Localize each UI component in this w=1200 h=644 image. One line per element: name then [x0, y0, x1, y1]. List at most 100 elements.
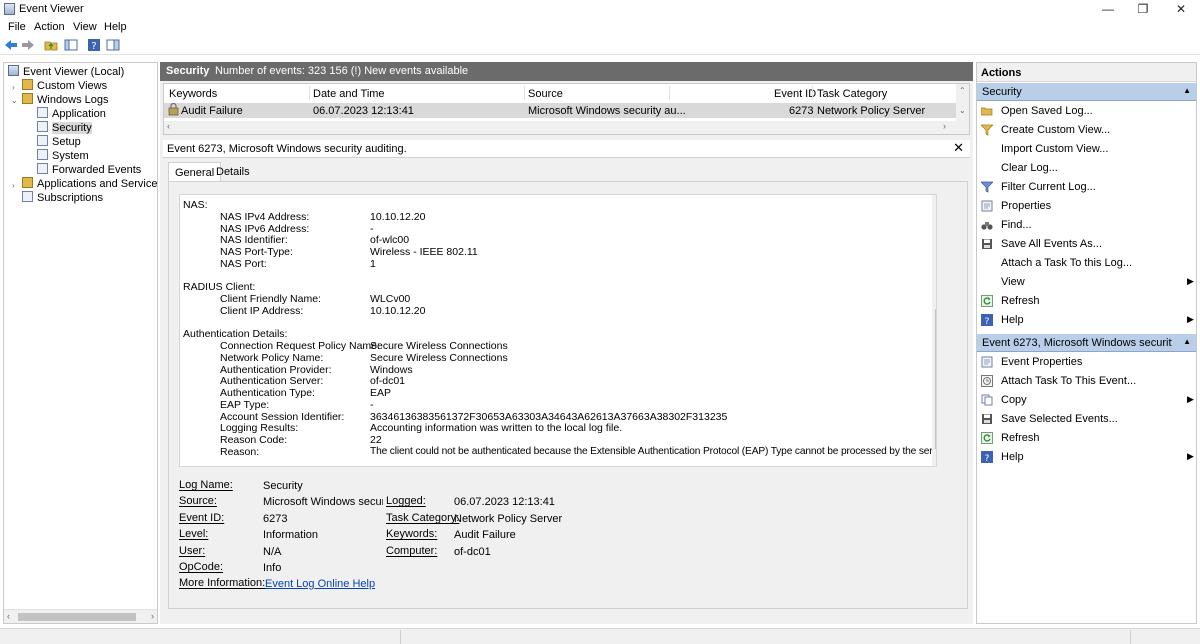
scroll-right-icon[interactable]: › — [943, 121, 946, 131]
description-vertical-scrollbar[interactable]: ⌃ ⌄ — [932, 195, 936, 466]
expand-apps-services-chevron-icon[interactable]: › — [12, 181, 15, 190]
show-hide-console-tree-icon[interactable] — [64, 38, 78, 52]
menu-help[interactable]: Help — [104, 21, 127, 33]
tree-item-forwarded-events[interactable]: Forwarded Events — [37, 163, 141, 177]
tree-item-setup[interactable]: Setup — [37, 135, 81, 149]
help-icon[interactable]: ? — [87, 38, 101, 52]
event-id-label: Event ID: — [179, 512, 225, 524]
user-value: N/A — [263, 546, 282, 558]
desc-label: Reason Code: — [220, 434, 288, 446]
table-horizontal-scrollbar[interactable]: ‹ › — [164, 121, 956, 134]
close-detail-icon[interactable]: ✕ — [953, 140, 964, 156]
actions-section-event[interactable]: Event 6273, Microsoft Windows security a… — [977, 334, 1196, 352]
refresh-icon — [981, 432, 993, 444]
log-icon — [37, 135, 48, 146]
folder-up-icon[interactable] — [44, 38, 58, 52]
show-hide-action-pane-icon[interactable] — [106, 38, 120, 52]
column-header-event-id[interactable]: Event ID — [774, 88, 816, 100]
event-count: Number of events: 323 156 (!) New events… — [215, 65, 469, 77]
column-divider[interactable] — [309, 86, 310, 100]
tree-item-applications-and-services-logs[interactable]: Applications and Services Logs — [22, 177, 157, 191]
tree-horizontal-scrollbar[interactable]: ‹ › — [4, 609, 157, 623]
status-divider — [400, 630, 401, 644]
scroll-right-icon[interactable]: › — [151, 611, 154, 621]
column-header-source[interactable]: Source — [528, 88, 563, 100]
desc-value: WLCv00 — [370, 293, 411, 305]
desc-value: The client could not be authenticated be… — [370, 446, 937, 457]
tree-item-application[interactable]: Application — [37, 107, 106, 121]
collapse-windows-logs-chevron-icon[interactable]: ⌄ — [11, 96, 18, 105]
menu-view[interactable]: View — [73, 21, 97, 33]
tree-item-system[interactable]: System — [37, 149, 89, 163]
actions-section-security[interactable]: Security ▲ — [977, 83, 1196, 101]
tree-item-event-viewer-local[interactable]: Event Viewer (Local) — [8, 65, 124, 79]
scroll-up-icon[interactable]: ⌃ — [959, 86, 966, 95]
toolbar: ? — [0, 36, 1200, 55]
collapse-chevron-icon[interactable]: ▲ — [1183, 337, 1191, 346]
tab-details[interactable]: Details — [210, 162, 256, 182]
column-divider[interactable] — [669, 86, 670, 100]
log-icon — [37, 163, 48, 174]
scroll-left-icon[interactable]: ‹ — [167, 121, 170, 131]
scroll-up-icon[interactable]: ⌃ — [935, 197, 936, 206]
back-arrow-icon[interactable] — [4, 38, 18, 52]
submenu-arrow-icon: ▶ — [1187, 314, 1194, 324]
menu-file[interactable]: File — [8, 21, 26, 33]
radius-header: RADIUS Client: — [183, 281, 256, 293]
tree-item-subscriptions[interactable]: Subscriptions — [22, 191, 103, 205]
computer-label: Computer: — [386, 545, 438, 557]
properties-icon — [981, 200, 993, 212]
desc-value: of-dc01 — [370, 375, 406, 387]
desc-value: - — [370, 399, 374, 411]
menu-action[interactable]: Action — [34, 21, 65, 33]
source-value: Microsoft Windows security a — [263, 496, 383, 508]
scroll-down-icon[interactable]: ⌄ — [959, 106, 966, 115]
desc-value: Secure Wireless Connections — [370, 352, 508, 364]
column-divider[interactable] — [812, 86, 813, 100]
folder-open-icon — [981, 107, 993, 116]
desc-label: NAS Port-Type: — [220, 246, 293, 258]
row-keywords: Audit Failure — [181, 105, 243, 117]
table-vertical-scrollbar[interactable]: ⌃ ⌄ — [956, 84, 969, 134]
task-category-label: Task Category: — [386, 512, 460, 524]
minimize-button[interactable]: — — [1090, 0, 1126, 19]
status-bar — [0, 628, 1200, 644]
tree-item-custom-views[interactable]: Custom Views — [22, 79, 107, 93]
scrollbar-thumb[interactable] — [18, 613, 136, 621]
event-description[interactable]: NAS: NAS IPv4 Address: 10.10.12.20 NAS I… — [179, 194, 937, 467]
desc-value: Wireless - IEEE 802.11 — [370, 246, 478, 258]
folder-icon — [22, 177, 33, 188]
restore-button[interactable]: ❐ — [1125, 0, 1161, 19]
console-tree: Event Viewer (Local) › Custom Views ⌄ Wi… — [3, 62, 158, 624]
properties-icon — [981, 356, 993, 368]
scrollbar-thumb[interactable] — [935, 309, 936, 449]
expand-custom-views-chevron-icon[interactable]: › — [12, 83, 15, 92]
actions-pane: Actions Security ▲ Open Saved Log... Cre… — [976, 62, 1197, 624]
row-source: Microsoft Windows security au... — [528, 105, 686, 117]
refresh-icon — [981, 295, 993, 307]
menu-bar: File Action View Help — [0, 19, 1200, 36]
log-title: Security — [166, 65, 210, 77]
scroll-down-icon[interactable]: ⌄ — [935, 453, 936, 462]
desc-label: NAS Identifier: — [220, 234, 288, 246]
event-log-online-help-link[interactable]: Event Log Online Help — [265, 578, 375, 590]
forward-arrow-icon[interactable] — [21, 38, 35, 52]
tree-item-security[interactable]: Security — [37, 121, 92, 135]
column-header-date-and-time[interactable]: Date and Time — [313, 88, 385, 100]
desc-value: 10.10.12.20 — [370, 211, 426, 223]
desc-label: EAP Type: — [220, 399, 270, 411]
column-divider[interactable] — [524, 86, 525, 100]
desc-value: 10.10.12.20 — [370, 305, 426, 317]
tree-item-windows-logs[interactable]: Windows Logs — [22, 93, 109, 107]
desc-label: Network Policy Name: — [220, 352, 324, 364]
column-header-task-category[interactable]: Task Category — [817, 88, 887, 100]
computer-value: of-dc01 — [454, 546, 491, 558]
keywords-label: Keywords: — [386, 528, 438, 540]
title-bar: Event Viewer — ❐ ✕ — [0, 0, 1200, 19]
column-header-keywords[interactable]: Keywords — [169, 88, 217, 100]
desc-label: Reason: — [220, 446, 260, 458]
collapse-chevron-icon[interactable]: ▲ — [1183, 86, 1191, 95]
scroll-left-icon[interactable]: ‹ — [7, 611, 10, 621]
desc-label: Connection Request Policy Name: — [220, 340, 380, 352]
close-button[interactable]: ✕ — [1163, 0, 1199, 19]
